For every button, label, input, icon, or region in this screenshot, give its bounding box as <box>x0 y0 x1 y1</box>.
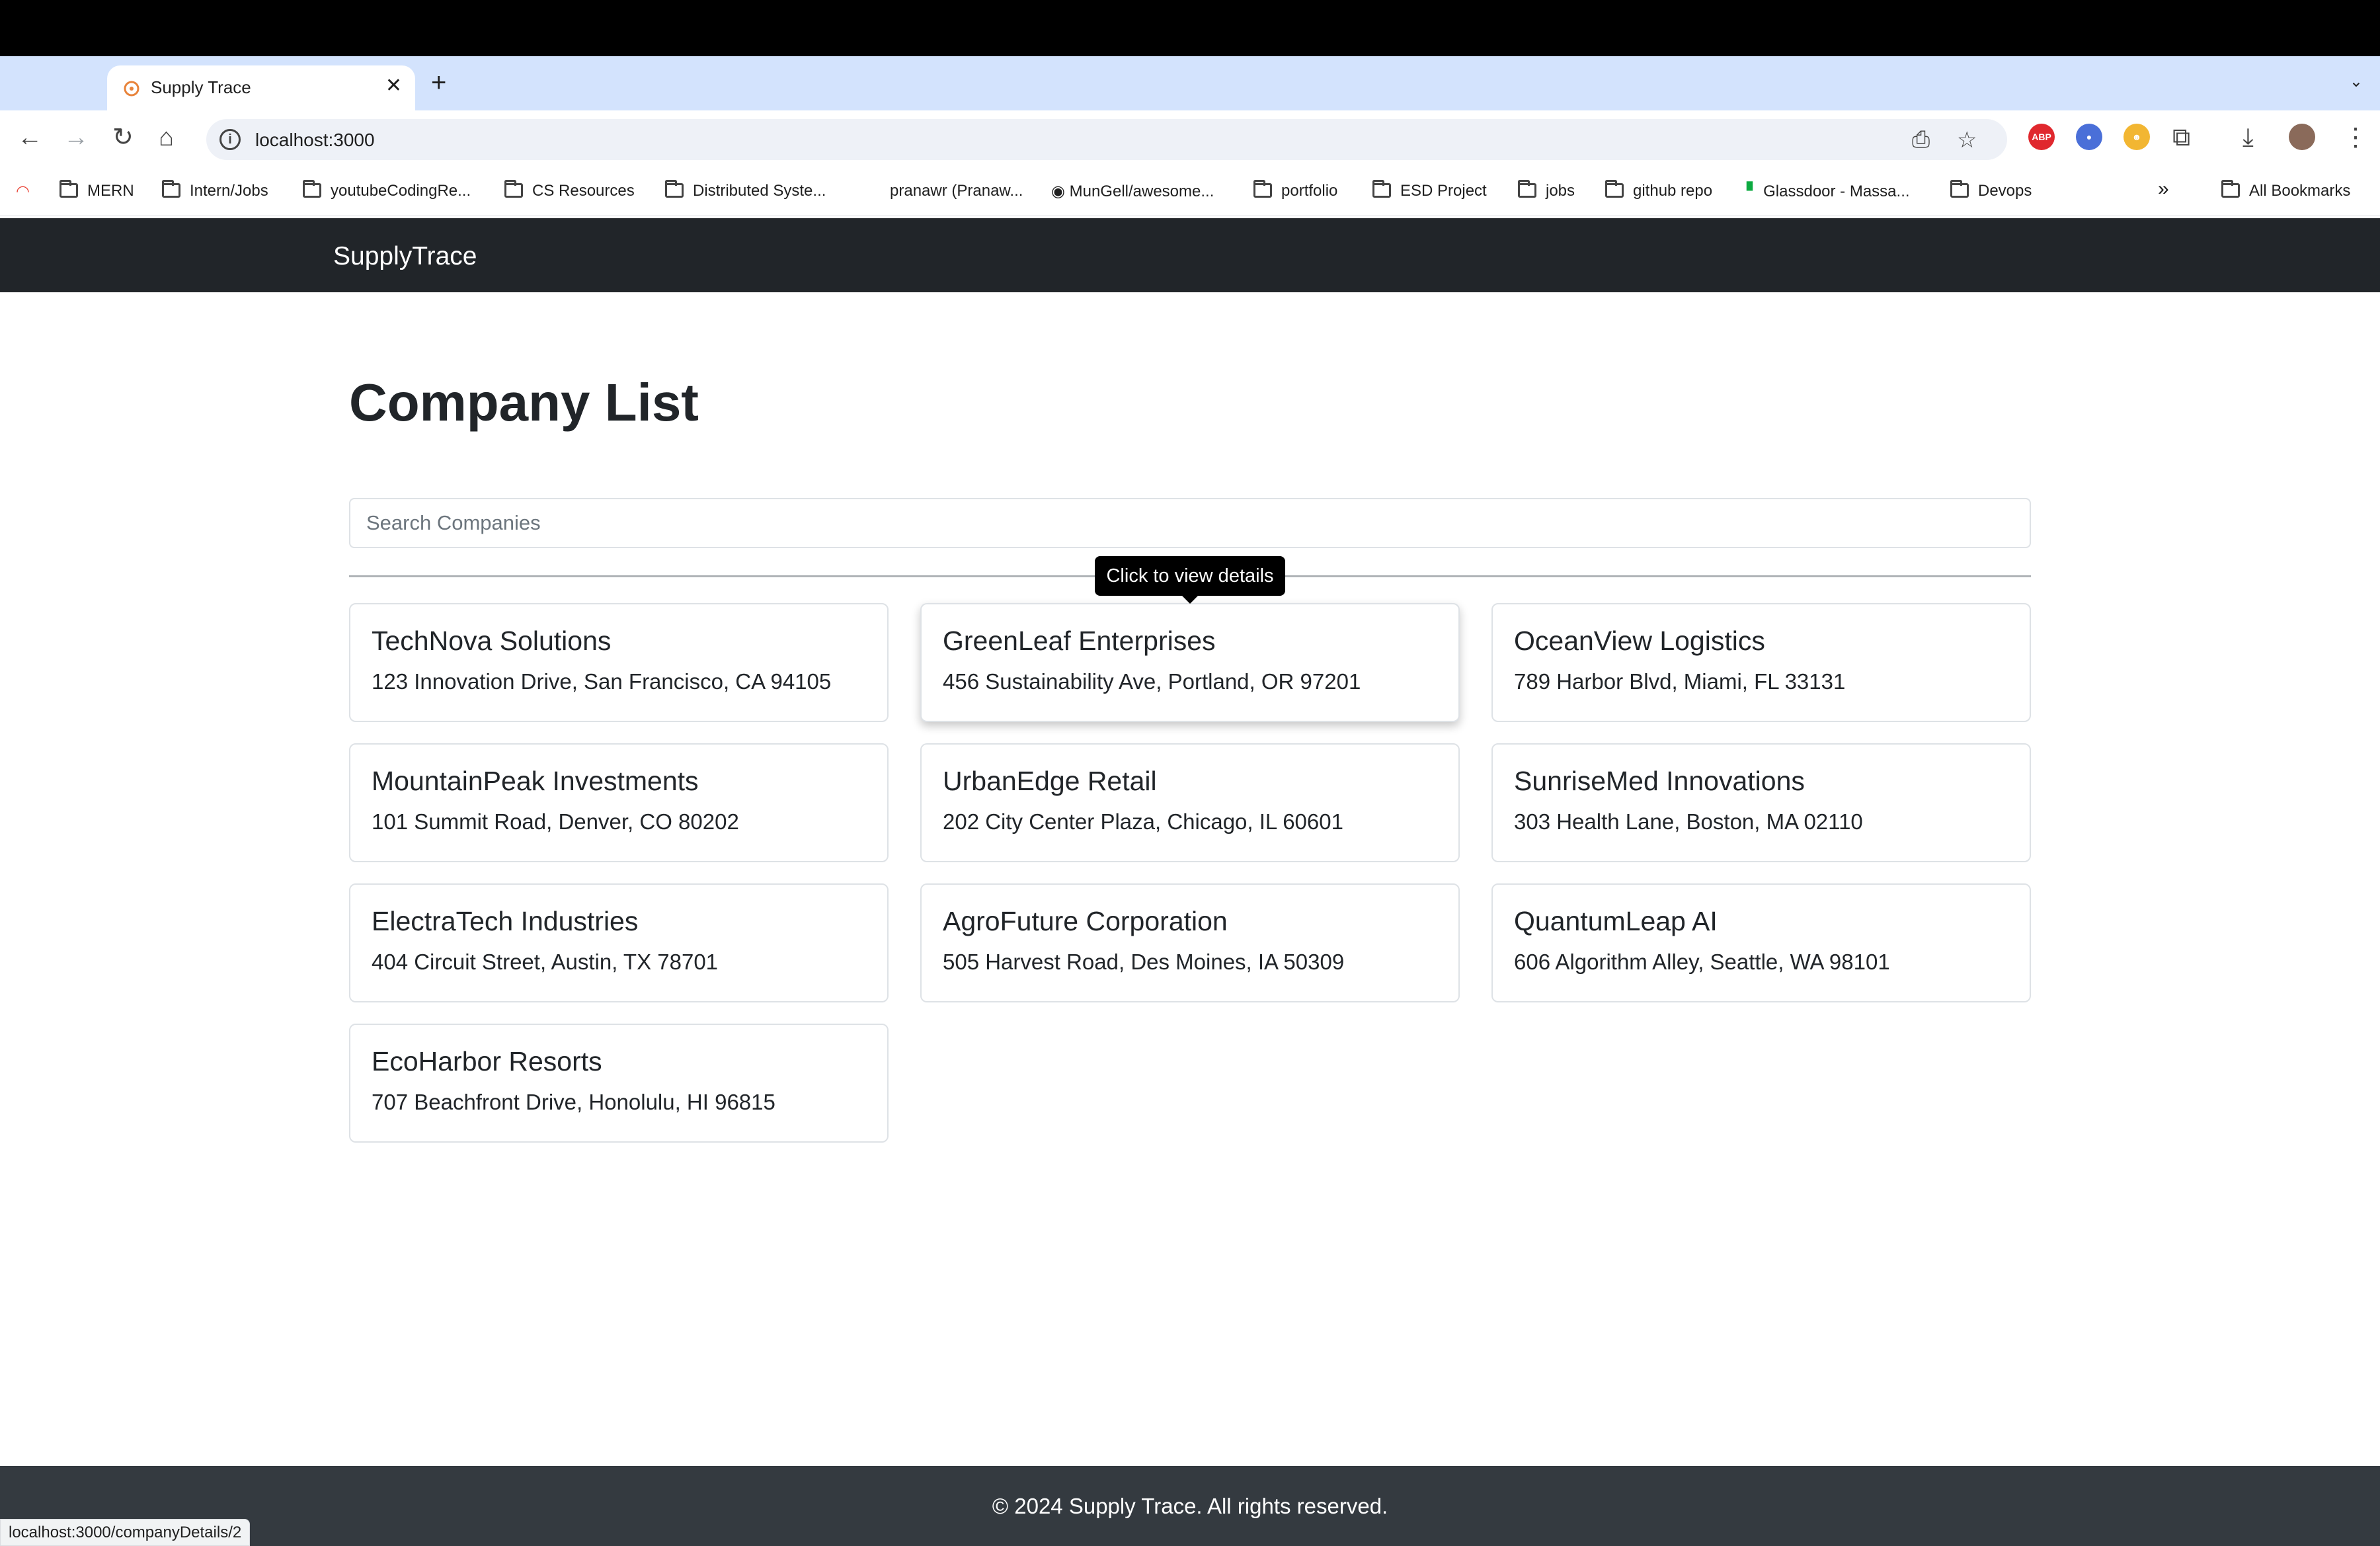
page-title: Company List <box>349 373 699 432</box>
folder-icon <box>303 180 321 198</box>
bookmark-folder[interactable]: ESD Project <box>1372 180 1487 200</box>
folder-icon <box>1950 180 1969 198</box>
bookmark-folder[interactable]: MERN <box>60 180 134 200</box>
company-address: 606 Algorithm Alley, Seattle, WA 98101 <box>1514 950 1890 974</box>
company-address: 101 Summit Road, Denver, CO 80202 <box>372 809 739 834</box>
adblock-extension-icon[interactable]: ABP <box>2028 124 2055 150</box>
bookmark-folder[interactable]: Devops <box>1950 180 2032 200</box>
company-name: AgroFuture Corporation <box>943 906 1228 936</box>
company-card[interactable]: AgroFuture Corporation 505 Harvest Road, … <box>920 883 1460 1002</box>
menu-kebab-icon[interactable]: ⋮ <box>2343 125 2368 150</box>
search-input[interactable] <box>349 498 2031 548</box>
download-icon[interactable]: ⤓ <box>2242 125 2254 150</box>
more-bookmarks-icon[interactable]: » <box>2158 178 2169 200</box>
tab-search-icon[interactable]: ⌄ <box>2350 72 2363 91</box>
company-address: 123 Innovation Drive, San Francisco, CA … <box>372 669 832 694</box>
tooltip: Click to view details <box>1095 556 1285 604</box>
bookmark-link[interactable]: ▘ Glassdoor - Massa... <box>1747 182 1910 201</box>
bookmark-folder[interactable]: CS Resources <box>504 180 635 200</box>
browser-toolbar: ← → ↻ ⌂ i localhost:3000 ⎙ ☆ ABP ● ☻ ⧉ ⤓… <box>0 110 2380 169</box>
company-card[interactable]: GreenLeaf Enterprises 456 Sustainability … <box>920 603 1460 722</box>
app-navbar: SupplyTrace <box>0 218 2380 292</box>
company-name: UrbanEdge Retail <box>943 766 1157 796</box>
profile-avatar[interactable] <box>2289 124 2315 150</box>
github-icon: ◉ <box>1051 183 1070 200</box>
company-card[interactable]: MountainPeak Investments 101 Summit Road,… <box>349 743 889 862</box>
new-tab-button[interactable]: + <box>431 69 446 96</box>
bookmark-folder[interactable]: Distributed Syste... <box>665 180 826 200</box>
extension-face-icon[interactable]: ☻ <box>2123 124 2150 150</box>
folder-icon <box>162 180 180 198</box>
bookmark-link[interactable]: pranawr (Pranaw... <box>890 182 1023 200</box>
reload-icon[interactable]: ↻ <box>112 125 134 150</box>
app-footer: © 2024 Supply Trace. All rights reserved… <box>0 1466 2380 1546</box>
company-card[interactable]: TechNova Solutions 123 Innovation Drive, … <box>349 603 889 722</box>
folder-icon <box>60 180 78 198</box>
folder-icon <box>665 180 684 198</box>
browser-window: Supply Trace ✕ + ⌄ ← → ↻ ⌂ i localhost:3… <box>0 56 2380 1546</box>
site-info-icon[interactable]: i <box>219 129 241 150</box>
glassdoor-icon: ▘ <box>1747 183 1764 200</box>
company-name: EcoHarbor Resorts <box>372 1046 602 1077</box>
extensions-puzzle-icon[interactable]: ⧉ <box>2172 125 2190 150</box>
tab-supply-trace[interactable]: Supply Trace ✕ <box>107 65 415 110</box>
company-card[interactable]: OceanView Logistics 789 Harbor Blvd, Miam… <box>1491 603 2031 722</box>
company-address: 303 Health Lane, Boston, MA 02110 <box>1514 809 1863 834</box>
company-name: TechNova Solutions <box>372 626 612 656</box>
company-card[interactable]: ElectraTech Industries 404 Circuit Street… <box>349 883 889 1002</box>
rainbow-bookmark-icon[interactable]: ◠ <box>16 182 30 201</box>
forward-icon[interactable]: → <box>63 125 89 150</box>
folder-icon <box>1253 180 1272 198</box>
company-address: 202 City Center Plaza, Chicago, IL 60601 <box>943 809 1343 834</box>
company-name: SunriseMed Innovations <box>1514 766 1805 796</box>
footer-copyright: © 2024 Supply Trace. All rights reserved… <box>992 1494 1388 1518</box>
company-address: 404 Circuit Street, Austin, TX 78701 <box>372 950 719 974</box>
company-address: 707 Beachfront Drive, Honolulu, HI 96815 <box>372 1090 775 1114</box>
company-name: ElectraTech Industries <box>372 906 639 936</box>
brand-link[interactable]: SupplyTrace <box>333 242 477 271</box>
address-url: localhost:3000 <box>255 130 375 150</box>
favicon-icon <box>124 81 139 97</box>
company-card[interactable]: UrbanEdge Retail 202 City Center Plaza, C… <box>920 743 1460 862</box>
company-card[interactable]: QuantumLeap AI 606 Algorithm Alley, Seatt… <box>1491 883 2031 1002</box>
company-address: 456 Sustainability Ave, Portland, OR 972… <box>943 669 1361 694</box>
company-name: QuantumLeap AI <box>1514 906 1718 936</box>
company-name: OceanView Logistics <box>1514 626 1765 656</box>
tab-title: Supply Trace <box>151 77 251 97</box>
company-name: MountainPeak Investments <box>372 766 699 796</box>
bookmark-folder[interactable]: jobs <box>1518 180 1575 200</box>
company-name: GreenLeaf Enterprises <box>943 626 1216 656</box>
company-card[interactable]: EcoHarbor Resorts 707 Beachfront Drive, H… <box>349 1024 889 1143</box>
company-address: 505 Harvest Road, Des Moines, IA 50309 <box>943 950 1345 974</box>
tab-strip: Supply Trace ✕ + ⌄ <box>0 56 2380 110</box>
bookmarks-bar: ◠ MERN Intern/Jobs youtubeCodingRe... CS… <box>0 169 2380 216</box>
home-icon[interactable]: ⌂ <box>159 125 174 150</box>
folder-icon <box>2221 180 2240 198</box>
tab-close-icon[interactable]: ✕ <box>385 76 402 96</box>
folder-icon <box>504 180 523 198</box>
folder-icon <box>1605 180 1624 198</box>
address-bar[interactable]: i localhost:3000 ⎙ ☆ <box>206 119 2007 160</box>
bookmark-folder[interactable]: youtubeCodingRe... <box>303 180 471 200</box>
all-bookmarks-folder[interactable]: All Bookmarks <box>2221 180 2350 200</box>
company-card[interactable]: SunriseMed Innovations 303 Health Lane, B… <box>1491 743 2031 862</box>
extension-circle-icon[interactable]: ● <box>2076 124 2102 150</box>
bookmark-star-icon[interactable]: ☆ <box>1957 127 1977 153</box>
bookmark-folder[interactable]: portfolio <box>1253 180 1337 200</box>
back-icon[interactable]: ← <box>17 125 42 150</box>
bookmark-folder[interactable]: github repo <box>1605 180 1712 200</box>
status-bar-url: localhost:3000/companyDetails/2 <box>0 1519 251 1546</box>
folder-icon <box>1518 180 1536 198</box>
install-app-icon[interactable]: ⎙ <box>1912 127 1930 153</box>
bookmark-link[interactable]: ◉ MunGell/awesome... <box>1051 182 1214 201</box>
bookmark-folder[interactable]: Intern/Jobs <box>162 180 268 200</box>
folder-icon <box>1372 180 1391 198</box>
company-address: 789 Harbor Blvd, Miami, FL 33131 <box>1514 669 1846 694</box>
